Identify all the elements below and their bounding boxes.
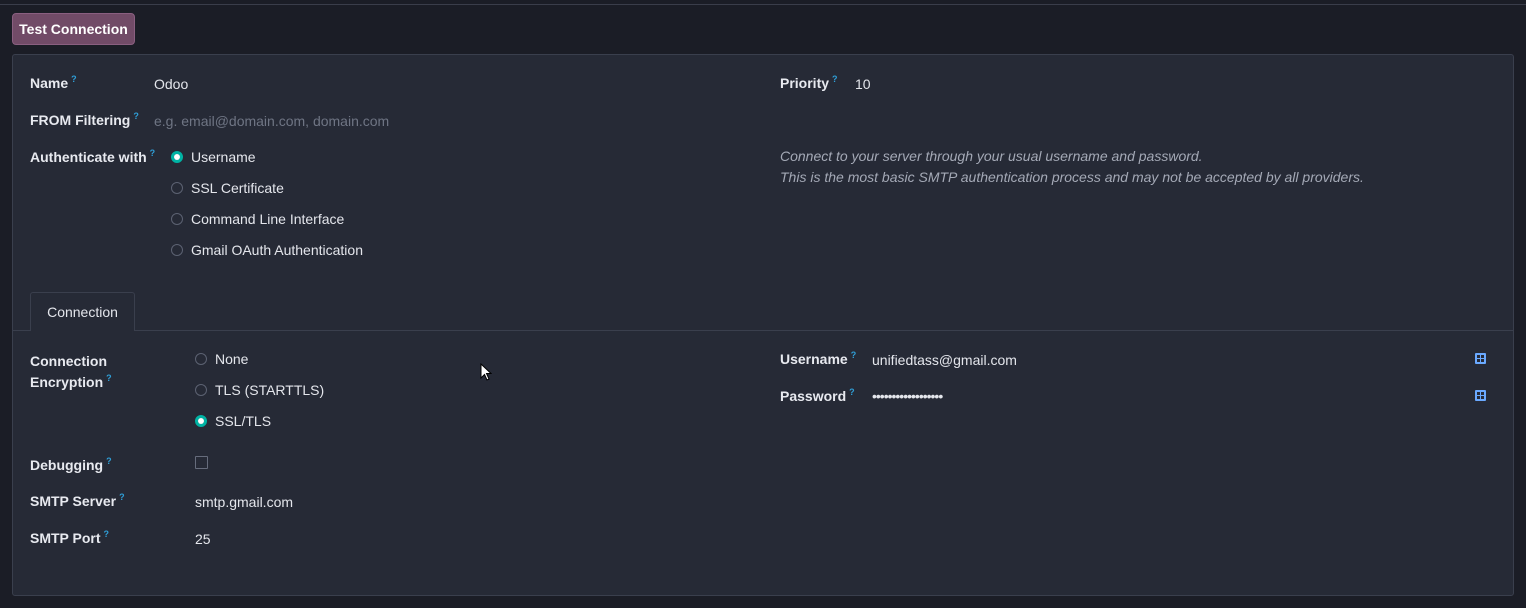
test-connection-button[interactable]: Test Connection <box>12 13 135 45</box>
key-icon[interactable] <box>1475 390 1486 401</box>
encryption-option-label: SSL/TLS <box>215 413 272 429</box>
name-label-text: Name <box>30 75 69 91</box>
smtp-port-label-text: SMTP Port <box>30 530 101 546</box>
radio-unselected-icon[interactable] <box>195 353 207 365</box>
debugging-checkbox[interactable] <box>195 456 208 469</box>
password-help-marker[interactable]: ? <box>849 387 855 397</box>
password-input[interactable]: •••••••••••••••••• <box>872 388 943 404</box>
priority-label: Priority? <box>780 74 838 91</box>
key-icon[interactable] <box>1475 353 1486 364</box>
debugging-label: Debugging? <box>30 456 112 473</box>
radio-unselected-icon[interactable] <box>195 384 207 396</box>
authentication-hint: Connect to your server through your usua… <box>780 146 1364 188</box>
name-help-marker[interactable]: ? <box>71 74 77 84</box>
username-label: Username? <box>780 350 857 367</box>
radio-selected-icon[interactable] <box>171 151 183 163</box>
debugging-label-text: Debugging <box>30 457 104 473</box>
auth-option-username[interactable]: Username <box>171 149 256 165</box>
auth-option-label: Gmail OAuth Authentication <box>191 242 363 258</box>
tab-bar-divider <box>13 330 1513 331</box>
smtp-server-label-text: SMTP Server <box>30 493 117 509</box>
radio-unselected-icon[interactable] <box>171 182 183 194</box>
debugging-help-marker[interactable]: ? <box>106 456 112 466</box>
auth-option-ssl-certificate[interactable]: SSL Certificate <box>171 180 284 196</box>
username-input[interactable]: unifiedtass@gmail.com <box>872 352 1017 368</box>
username-help-marker[interactable]: ? <box>851 350 857 360</box>
smtp-port-label: SMTP Port? <box>30 529 110 546</box>
form-sheet: Name? Odoo Priority? 10 FROM Filtering? … <box>12 54 1514 596</box>
auth-option-command-line-interface[interactable]: Command Line Interface <box>171 211 344 227</box>
authenticate-with-help-marker[interactable]: ? <box>150 148 156 158</box>
auth-option-gmail-oauth[interactable]: Gmail OAuth Authentication <box>171 242 363 258</box>
auth-option-label: Username <box>191 149 256 165</box>
authenticate-with-label-text: Authenticate with <box>30 149 147 165</box>
mouse-cursor-icon <box>480 362 493 385</box>
from-filtering-help-marker[interactable]: ? <box>133 111 139 121</box>
from-filtering-label: FROM Filtering? <box>30 111 139 128</box>
auth-option-label: SSL Certificate <box>191 180 284 196</box>
priority-label-text: Priority <box>780 75 830 91</box>
encryption-option-starttls[interactable]: TLS (STARTTLS) <box>195 382 324 398</box>
smtp-server-help-marker[interactable]: ? <box>119 492 125 502</box>
authenticate-with-label: Authenticate with? <box>30 148 156 165</box>
password-label-text: Password <box>780 388 847 404</box>
username-label-text: Username <box>780 351 848 367</box>
priority-input[interactable]: 10 <box>855 76 871 92</box>
name-input[interactable]: Odoo <box>154 76 188 92</box>
priority-help-marker[interactable]: ? <box>832 74 838 84</box>
from-filtering-input[interactable]: e.g. email@domain.com, domain.com <box>154 113 389 129</box>
tab-connection[interactable]: Connection <box>30 292 135 331</box>
smtp-port-help-marker[interactable]: ? <box>104 529 110 539</box>
radio-selected-icon[interactable] <box>195 415 207 427</box>
encryption-option-label: TLS (STARTTLS) <box>215 382 325 398</box>
encryption-option-label: None <box>215 351 249 367</box>
radio-unselected-icon[interactable] <box>171 244 183 256</box>
top-divider <box>0 4 1526 5</box>
password-label: Password? <box>780 387 855 404</box>
from-filtering-label-text: FROM Filtering <box>30 112 131 128</box>
auth-option-label: Command Line Interface <box>191 211 345 227</box>
authentication-hint-line: This is the most basic SMTP authenticati… <box>780 169 1364 185</box>
encryption-option-none[interactable]: None <box>195 351 248 367</box>
authentication-hint-line: Connect to your server through your usua… <box>780 148 1203 164</box>
connection-encryption-label-line2: Encryption <box>30 374 104 390</box>
smtp-server-input[interactable]: smtp.gmail.com <box>195 494 293 510</box>
encryption-option-ssl-tls[interactable]: SSL/TLS <box>195 413 271 429</box>
smtp-port-input[interactable]: 25 <box>195 531 211 547</box>
connection-encryption-label: Connection Encryption? <box>30 351 112 395</box>
smtp-server-label: SMTP Server? <box>30 492 125 509</box>
connection-encryption-help-marker[interactable]: ? <box>106 373 112 383</box>
connection-encryption-label-line1: Connection <box>30 353 107 369</box>
radio-unselected-icon[interactable] <box>171 213 183 225</box>
name-label: Name? <box>30 74 77 91</box>
